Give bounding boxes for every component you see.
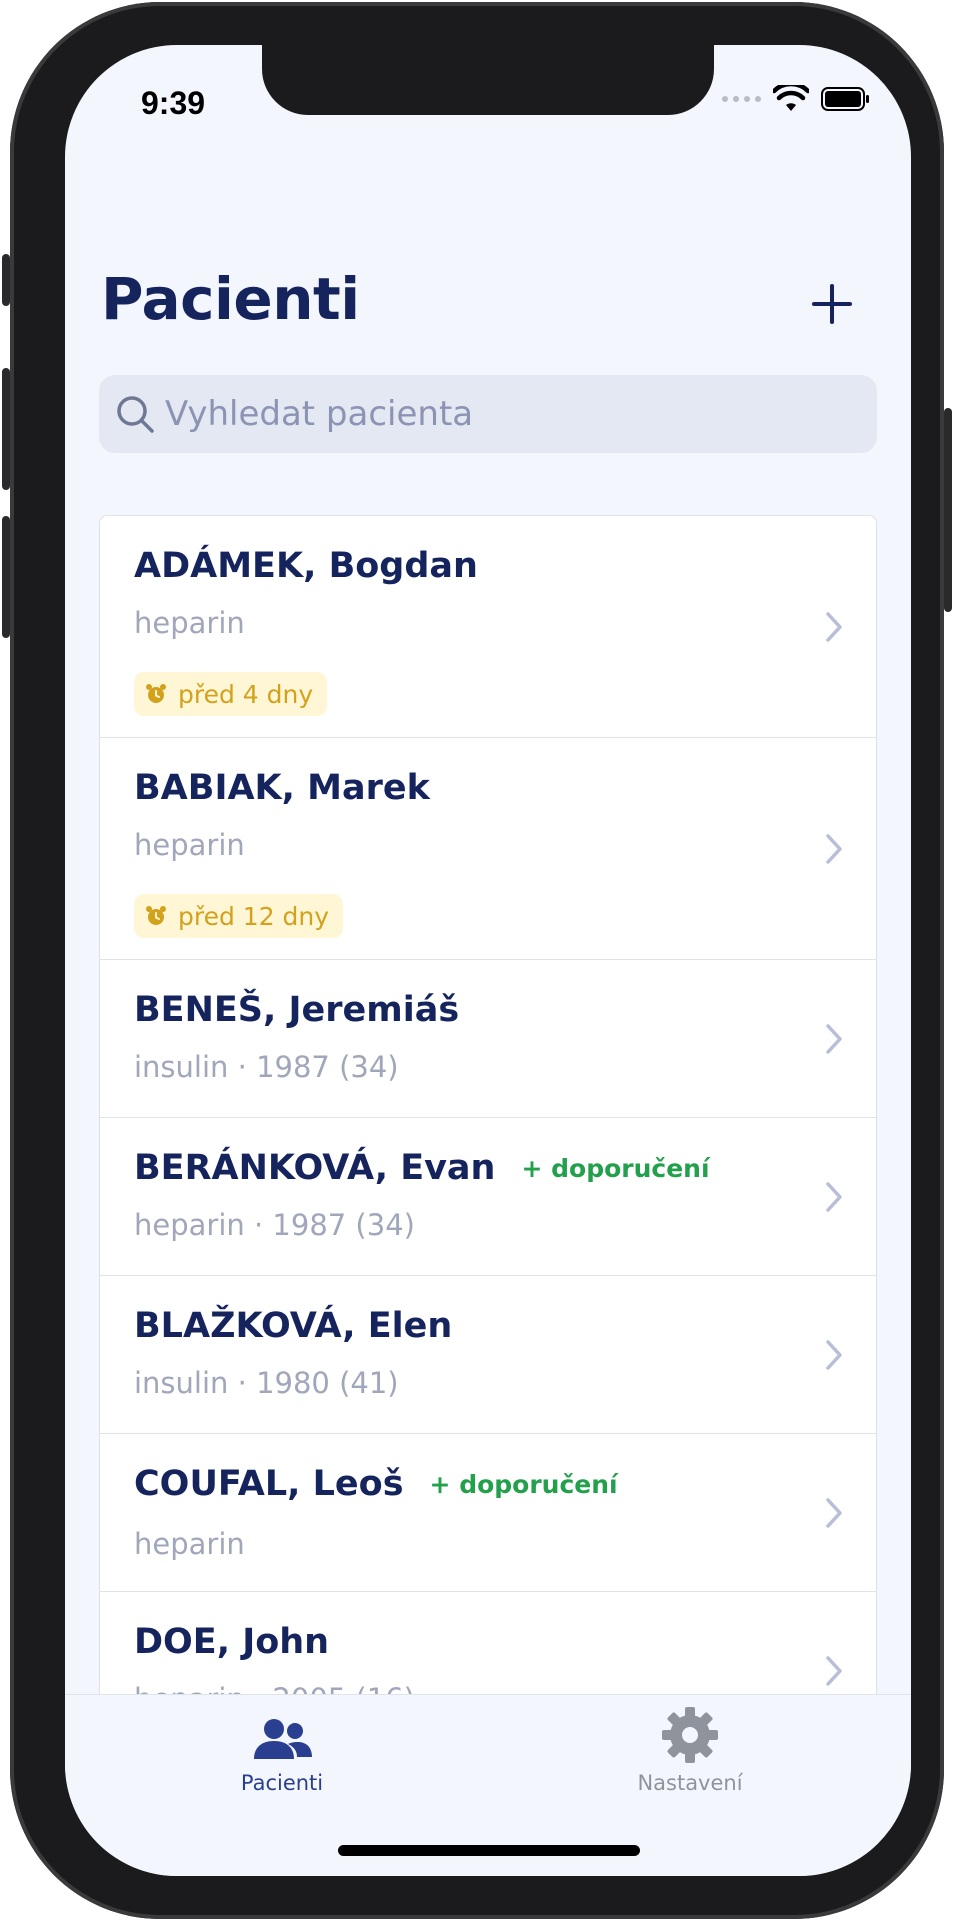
screen: 9:39 Pacienti Vyhledat pacienta ADÁMEK, … (65, 45, 911, 1876)
patient-name-text: BERÁNKOVÁ, Evan (134, 1148, 496, 1188)
patient-row[interactable]: BLAŽKOVÁ, Elen insulin · 1980 (41) (100, 1276, 876, 1434)
home-indicator[interactable] (338, 1845, 640, 1856)
recommendation-tag: + doporučení (521, 1153, 710, 1183)
gear-icon (662, 1707, 718, 1763)
patient-details: heparin (134, 606, 245, 640)
patient-name: COUFAL, Leoš + doporučení (134, 1464, 618, 1504)
patient-name: BLAŽKOVÁ, Elen (134, 1306, 453, 1346)
tab-pacienti[interactable]: Pacienti (132, 1717, 432, 1795)
status-badge: před 12 dny (134, 894, 344, 938)
tab-label: Nastavení (637, 1771, 743, 1795)
patient-details: insulin · 1980 (41) (134, 1366, 399, 1400)
tab-nastaveni[interactable]: Nastavení (540, 1705, 840, 1795)
badge-label: před 12 dny (178, 901, 330, 931)
patient-details: heparin (134, 828, 245, 862)
patient-details: heparin (134, 1527, 245, 1561)
patient-row[interactable]: BABIAK, Marek heparin před 12 dny (100, 738, 876, 960)
alarm-clock-icon (146, 906, 166, 925)
patient-list: ADÁMEK, Bogdan heparin před 4 dny BABIAK… (99, 515, 877, 1751)
notch (262, 45, 714, 115)
power-button (944, 408, 952, 612)
phone-frame: 9:39 Pacienti Vyhledat pacienta ADÁMEK, … (2, 2, 952, 1919)
patient-row[interactable]: BERÁNKOVÁ, Evan + doporučení heparin · 1… (100, 1118, 876, 1276)
chevron-right-icon (826, 1024, 842, 1054)
badge-label: před 4 dny (178, 679, 314, 709)
search-bar[interactable] (99, 375, 877, 453)
patient-row[interactable]: COUFAL, Leoš + doporučení heparin (100, 1434, 876, 1592)
patient-row[interactable]: ADÁMEK, Bogdan heparin před 4 dny (100, 516, 876, 738)
wifi-icon (773, 85, 809, 111)
chevron-right-icon (826, 1182, 842, 1212)
chevron-right-icon (826, 834, 842, 864)
page-title: Pacienti (101, 265, 360, 333)
mute-switch (2, 254, 10, 306)
battery-icon (821, 87, 869, 111)
volume-up-button (2, 368, 10, 490)
patient-name: BENEŠ, Jeremiáš (134, 990, 460, 1030)
status-badge: před 4 dny (134, 672, 328, 716)
recommendation-tag: + doporučení (429, 1469, 618, 1499)
tab-label: Pacienti (240, 1771, 324, 1795)
patient-details: heparin · 1987 (34) (134, 1208, 415, 1242)
alarm-clock-icon (146, 684, 166, 703)
patient-details: insulin · 1987 (34) (134, 1050, 399, 1084)
patient-name: BABIAK, Marek (134, 768, 430, 808)
chevron-right-icon (826, 1656, 842, 1686)
status-icons (722, 85, 871, 113)
chevron-right-icon (826, 1498, 842, 1528)
patient-row[interactable]: BENEŠ, Jeremiáš insulin · 1987 (34) (100, 960, 876, 1118)
patient-name-text: COUFAL, Leoš (134, 1464, 404, 1504)
patient-name: ADÁMEK, Bogdan (134, 546, 478, 586)
status-time: 9:39 (141, 85, 206, 121)
patient-name: DOE, John (134, 1622, 330, 1662)
patient-name: BERÁNKOVÁ, Evan + doporučení (134, 1148, 710, 1188)
cellular-signal-icon (722, 96, 761, 102)
people-icon (254, 1719, 312, 1759)
chevron-right-icon (826, 612, 842, 642)
add-patient-button[interactable] (808, 280, 856, 328)
chevron-right-icon (826, 1340, 842, 1370)
search-icon (117, 396, 154, 433)
volume-down-button (2, 516, 10, 638)
search-input[interactable] (163, 393, 847, 435)
